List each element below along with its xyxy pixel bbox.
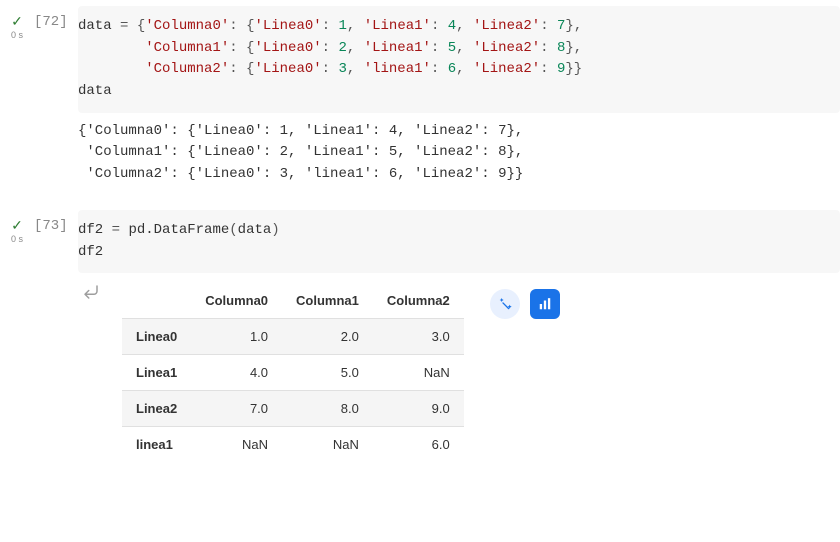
- cell-gutter: ✓ 0 s: [0, 6, 34, 186]
- table-row: linea1 NaN NaN 6.0: [122, 427, 464, 463]
- table-row: Linea0 1.0 2.0 3.0: [122, 319, 464, 355]
- cell-output-text: {'Columna0': {'Linea0': 1, 'Linea1': 4, …: [78, 121, 840, 186]
- check-icon: ✓: [0, 14, 34, 28]
- output-arrow-icon: [78, 283, 122, 306]
- exec-count: [73]: [34, 210, 78, 462]
- dataframe-tools: [490, 289, 560, 319]
- column-header: Columna2: [373, 283, 464, 319]
- cell-body: df2 = pd.DataFrame(data) df2 Columna0 Co…: [78, 210, 840, 462]
- check-icon: ✓: [0, 218, 34, 232]
- magic-wand-button[interactable]: [490, 289, 520, 319]
- table-row: Linea1 4.0 5.0 NaN: [122, 355, 464, 391]
- table-row: Linea2 7.0 8.0 9.0: [122, 391, 464, 427]
- code-input[interactable]: data = {'Columna0': {'Linea0': 1, 'Linea…: [78, 6, 840, 113]
- exec-time: 0 s: [0, 234, 34, 244]
- exec-time: 0 s: [0, 30, 34, 40]
- dataframe-table: Columna0 Columna1 Columna2 Linea0 1.0 2.…: [122, 283, 464, 462]
- cell-gutter: ✓ 0 s: [0, 210, 34, 462]
- chart-button[interactable]: [530, 289, 560, 319]
- cell-body: data = {'Columna0': {'Linea0': 1, 'Linea…: [78, 6, 840, 186]
- notebook-cell[interactable]: ✓ 0 s [73] df2 = pd.DataFrame(data) df2 …: [0, 204, 840, 480]
- cell-output: Columna0 Columna1 Columna2 Linea0 1.0 2.…: [78, 273, 840, 462]
- column-header: Columna0: [191, 283, 282, 319]
- column-header: Columna1: [282, 283, 373, 319]
- code-input[interactable]: df2 = pd.DataFrame(data) df2: [78, 210, 840, 273]
- exec-count: [72]: [34, 6, 78, 186]
- notebook-cell[interactable]: ✓ 0 s [72] data = {'Columna0': {'Linea0'…: [0, 0, 840, 204]
- column-header: [122, 283, 191, 319]
